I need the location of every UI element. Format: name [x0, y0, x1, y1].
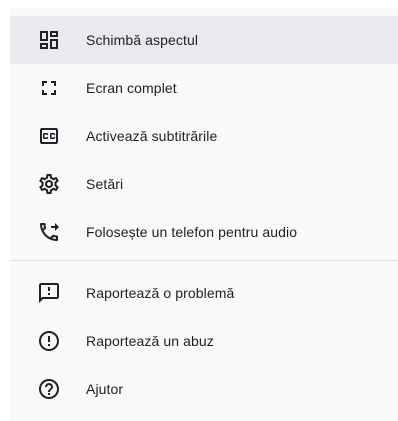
- menu-item-report-abuse[interactable]: Raportează un abuz: [10, 317, 398, 365]
- menu-item-settings[interactable]: Setări: [10, 160, 398, 208]
- menu-item-label: Schimbă aspectul: [86, 32, 199, 48]
- menu-item-captions[interactable]: Activează subtitrările: [10, 112, 398, 160]
- feedback-icon: [37, 281, 61, 305]
- closed-captions-icon: [37, 124, 61, 148]
- menu-item-label: Setări: [86, 176, 124, 192]
- menu-item-label: Folosește un telefon pentru audio: [86, 224, 298, 240]
- help-icon: [37, 377, 61, 401]
- menu-item-label: Ajutor: [86, 381, 124, 397]
- report-abuse-icon: [37, 329, 61, 353]
- menu-item-report-problem[interactable]: Raportează o problemă: [10, 269, 398, 317]
- overflow-menu: Schimbă aspectul Ecran complet Activează…: [10, 8, 398, 421]
- fullscreen-icon: [37, 76, 61, 100]
- menu-item-phone-audio[interactable]: Folosește un telefon pentru audio: [10, 208, 398, 256]
- menu-item-label: Ecran complet: [86, 80, 177, 96]
- menu-item-label: Raportează un abuz: [86, 333, 214, 349]
- menu-item-label: Raportează o problemă: [86, 285, 235, 301]
- menu-item-label: Activează subtitrările: [86, 128, 218, 144]
- menu-item-help[interactable]: Ajutor: [10, 365, 398, 413]
- settings-gear-icon: [37, 172, 61, 196]
- menu-divider: [10, 260, 398, 261]
- menu-item-change-layout[interactable]: Schimbă aspectul: [10, 16, 398, 64]
- phone-forward-icon: [37, 220, 61, 244]
- layout-icon: [37, 28, 61, 52]
- menu-item-fullscreen[interactable]: Ecran complet: [10, 64, 398, 112]
